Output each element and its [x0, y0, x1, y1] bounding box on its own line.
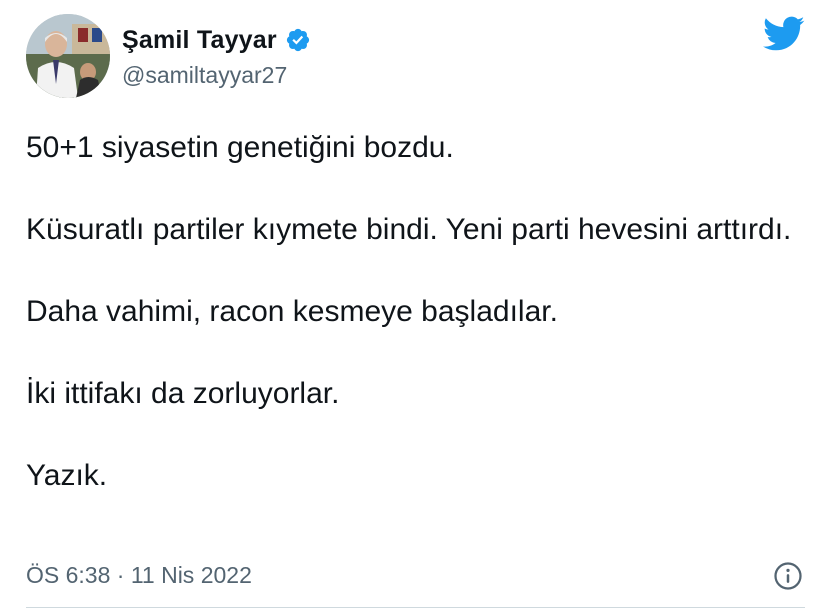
tweet-paragraph: Daha vahimi, racon kesmeye başladılar. — [26, 295, 558, 328]
tweet-timestamp[interactable]: ÖS 6:38 · 11 Nis 2022 — [26, 562, 252, 589]
tweet-paragraph: Yazık. — [26, 459, 108, 492]
tweet-card: Şamil Tayyar @samiltayyar27 50+1 siyaset… — [0, 0, 827, 613]
twitter-bird-icon[interactable] — [763, 16, 805, 52]
author-display-name[interactable]: Şamil Tayyar — [122, 26, 277, 55]
avatar[interactable] — [26, 14, 110, 98]
tweet-paragraph: İki ittifakı da zorluyorlar. — [26, 377, 340, 410]
avatar-image — [26, 14, 110, 98]
bottom-divider — [26, 607, 805, 608]
verified-badge-icon — [286, 28, 309, 52]
info-icon[interactable] — [773, 561, 803, 591]
author-handle[interactable]: @samiltayyar27 — [122, 62, 287, 89]
author-name-row: Şamil Tayyar — [122, 24, 311, 56]
tweet-text: 50+1 siyasetin genetiğini bozdu. Küsurat… — [26, 128, 816, 538]
tweet-paragraph: Küsuratlı partiler kıymete bindi. Yeni p… — [26, 213, 792, 246]
tweet-paragraph: 50+1 siyasetin genetiğini bozdu. — [26, 131, 454, 164]
